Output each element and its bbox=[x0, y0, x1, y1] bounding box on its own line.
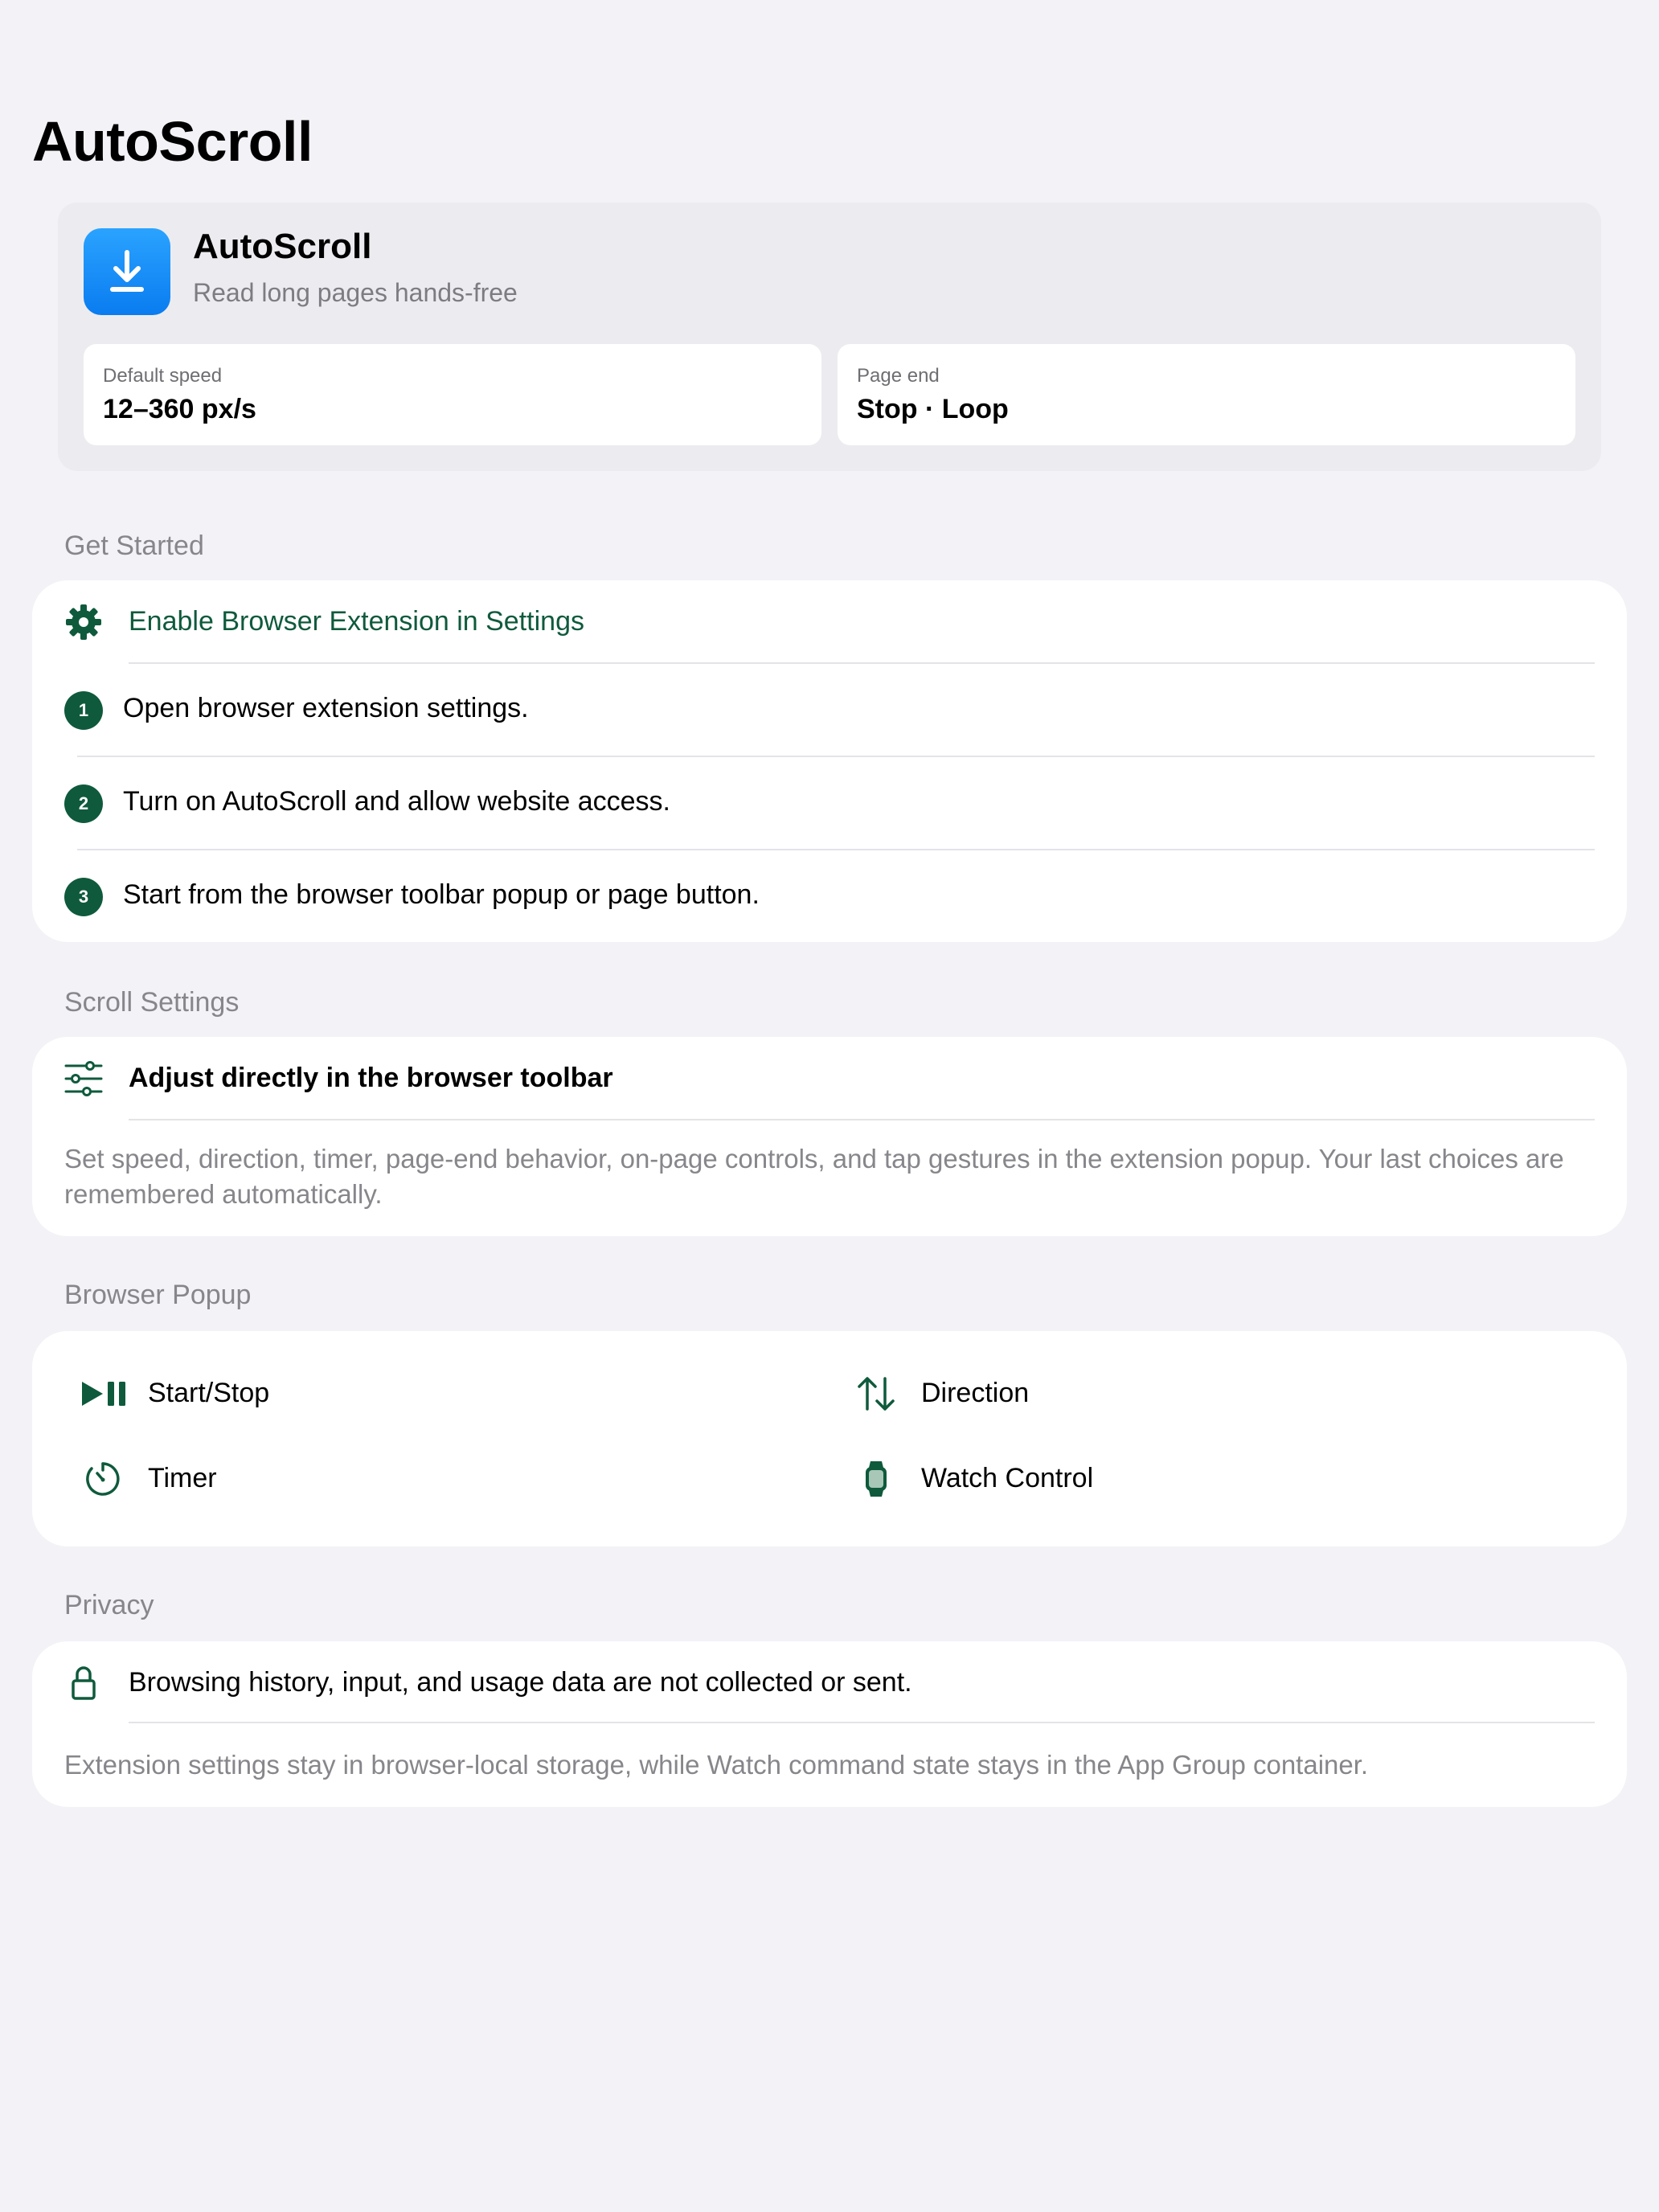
enable-extension-row[interactable]: Enable Browser Extension in Settings bbox=[32, 580, 1627, 664]
step-text: Open browser extension settings. bbox=[123, 693, 529, 723]
get-started-card: Enable Browser Extension in Settings 1 O… bbox=[32, 580, 1627, 942]
lock-icon bbox=[64, 1664, 103, 1702]
enable-extension-link[interactable]: Enable Browser Extension in Settings bbox=[129, 606, 584, 637]
page-title: AutoScroll bbox=[32, 110, 313, 173]
feature-label: Start/Stop bbox=[148, 1378, 270, 1408]
section-header-scroll-settings: Scroll Settings bbox=[64, 987, 240, 1018]
step-number-badge: 1 bbox=[64, 691, 103, 730]
section-header-get-started: Get Started bbox=[64, 530, 204, 561]
privacy-detail: Extension settings stay in browser-local… bbox=[64, 1750, 1369, 1780]
browser-popup-card: Start/Stop Direction Timer Watch Control bbox=[32, 1331, 1627, 1546]
step-row: 1 Open browser extension settings. bbox=[32, 664, 1627, 757]
play-pause-icon bbox=[71, 1371, 135, 1416]
arrows-up-down-icon bbox=[844, 1371, 908, 1416]
divider bbox=[129, 1722, 1595, 1723]
popup-feature-start-stop: Start/Stop bbox=[71, 1371, 778, 1416]
step-text: Turn on AutoScroll and allow website acc… bbox=[123, 786, 670, 817]
section-header-browser-popup: Browser Popup bbox=[64, 1280, 252, 1310]
privacy-statement: Browsing history, input, and usage data … bbox=[129, 1667, 912, 1698]
divider bbox=[129, 1119, 1595, 1120]
watch-icon bbox=[844, 1456, 908, 1501]
popup-feature-timer: Timer bbox=[71, 1456, 778, 1501]
gear-icon bbox=[64, 603, 103, 641]
step-text: Start from the browser toolbar popup or … bbox=[123, 879, 760, 910]
stat-value: Stop · Loop bbox=[857, 394, 1009, 424]
app-icon bbox=[84, 228, 170, 315]
sliders-icon bbox=[64, 1059, 103, 1098]
scroll-settings-title: Adjust directly in the browser toolbar bbox=[129, 1063, 613, 1093]
stat-value: 12–360 px/s bbox=[103, 394, 256, 424]
scroll-settings-card: Adjust directly in the browser toolbar S… bbox=[32, 1037, 1627, 1236]
app-tagline: Read long pages hands-free bbox=[193, 278, 518, 307]
step-row: 3 Start from the browser toolbar popup o… bbox=[32, 850, 1627, 942]
step-row: 2 Turn on AutoScroll and allow website a… bbox=[32, 757, 1627, 850]
app-screen: AutoScroll AutoScroll Read long pages ha… bbox=[0, 0, 1659, 2212]
app-name: AutoScroll bbox=[193, 227, 372, 266]
stat-default-speed: Default speed 12–360 px/s bbox=[84, 344, 821, 445]
popup-feature-watch-control: Watch Control bbox=[844, 1456, 1551, 1501]
scroll-settings-description: Set speed, direction, timer, page-end be… bbox=[64, 1144, 1564, 1209]
stat-label: Page end bbox=[857, 365, 940, 387]
feature-label: Timer bbox=[148, 1463, 217, 1493]
timer-icon bbox=[71, 1456, 135, 1501]
section-header-privacy: Privacy bbox=[64, 1590, 154, 1620]
step-number-badge: 3 bbox=[64, 878, 103, 916]
stat-page-end: Page end Stop · Loop bbox=[838, 344, 1575, 445]
privacy-card: Browsing history, input, and usage data … bbox=[32, 1641, 1627, 1807]
stat-label: Default speed bbox=[103, 365, 223, 387]
popup-feature-direction: Direction bbox=[844, 1371, 1551, 1416]
feature-label: Direction bbox=[921, 1378, 1030, 1408]
app-summary-card: AutoScroll Read long pages hands-free De… bbox=[58, 203, 1601, 471]
download-arrow-icon bbox=[110, 250, 144, 292]
feature-label: Watch Control bbox=[921, 1463, 1094, 1493]
step-number-badge: 2 bbox=[64, 784, 103, 823]
